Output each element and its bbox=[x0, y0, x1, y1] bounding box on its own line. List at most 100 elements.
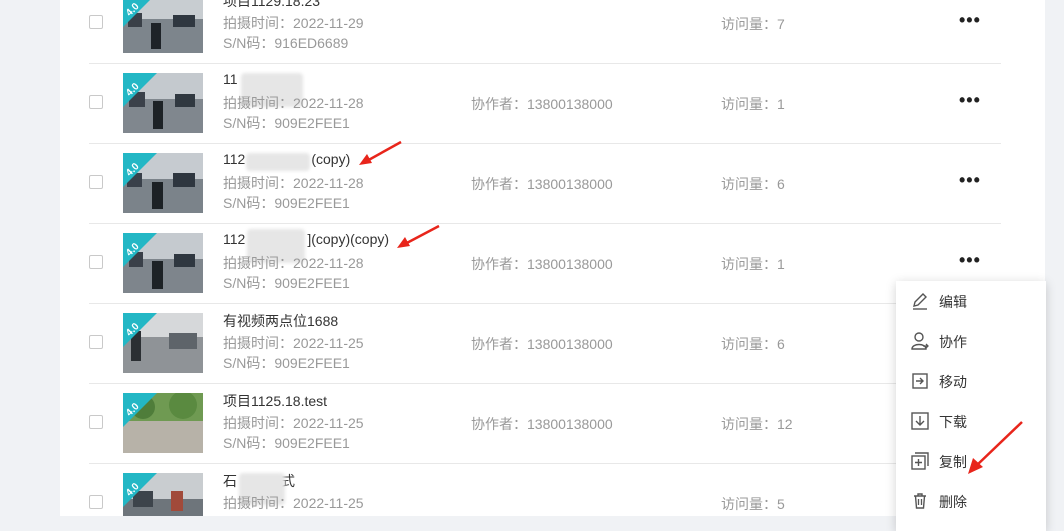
project-title[interactable]: 有视频两点位1688 bbox=[223, 311, 338, 331]
collaborator-label: 协作者： bbox=[471, 336, 527, 352]
shoot-time-label: 拍摄时间： bbox=[223, 175, 293, 191]
collaborator: 协作者：13800138000 bbox=[471, 94, 613, 114]
menu-item-move[interactable]: 移动 bbox=[896, 361, 1046, 401]
shoot-time-value: 2022-11-28 bbox=[293, 255, 364, 271]
menu-item-collaborate[interactable]: 协作 bbox=[896, 321, 1046, 361]
collaborator: 协作者：13800138000 bbox=[471, 254, 613, 274]
sn-label: S/N码： bbox=[223, 355, 275, 371]
visits-label: 访问量： bbox=[721, 176, 777, 192]
table-row[interactable]: 4.0 有视频两点位1688 拍摄时间：2022-11-25 S/N码：909E… bbox=[89, 303, 1001, 384]
menu-item-delete[interactable]: 删除 bbox=[896, 481, 1046, 521]
visit-count: 访问量：7 bbox=[721, 14, 785, 34]
collaborator: 协作者：13800138000 bbox=[471, 414, 613, 434]
project-thumbnail[interactable]: 4.0 bbox=[123, 153, 203, 213]
table-row[interactable]: 4.0 项目1129.18.23 拍摄时间：2022-11-29 S/N码：91… bbox=[89, 0, 1001, 64]
shoot-time-label: 拍摄时间： bbox=[223, 335, 293, 351]
shoot-time: 拍摄时间：2022-11-28 bbox=[223, 253, 364, 273]
visits-label: 访问量： bbox=[721, 96, 777, 112]
collaborator-label: 协作者： bbox=[471, 416, 527, 432]
visits-label: 访问量： bbox=[721, 256, 777, 272]
visit-count: 访问量：5 bbox=[721, 494, 785, 514]
row-checkbox[interactable] bbox=[89, 15, 103, 29]
delete-icon bbox=[910, 491, 930, 511]
shoot-time-value: 2022-11-25 bbox=[293, 415, 364, 431]
row-checkbox[interactable] bbox=[89, 95, 103, 109]
table-row[interactable]: 4.0 112 (copy) 拍摄时间：2022-11-28 S/N码：909E2… bbox=[89, 143, 1001, 224]
visit-count: 访问量：6 bbox=[721, 334, 785, 354]
menu-item-label: 编辑 bbox=[939, 294, 967, 310]
project-thumbnail[interactable]: 4.0 bbox=[123, 473, 203, 516]
more-actions-button[interactable]: ••• bbox=[959, 11, 983, 31]
more-actions-button[interactable]: ••• bbox=[959, 91, 983, 111]
visits-value: 7 bbox=[777, 16, 785, 32]
serial-number: S/N码：909E2FEE1 bbox=[223, 433, 350, 453]
collaborator-value: 13800138000 bbox=[527, 416, 613, 432]
serial-number: S/N码：909E2FEE1 bbox=[223, 353, 350, 373]
project-thumbnail[interactable]: 4.0 bbox=[123, 73, 203, 133]
project-title[interactable]: 项目1129.18.23 bbox=[223, 0, 320, 11]
visits-label: 访问量： bbox=[721, 16, 777, 32]
annotation-arrow bbox=[968, 421, 1023, 474]
project-title-prefix: 112 bbox=[223, 151, 246, 167]
shoot-time-label: 拍摄时间： bbox=[223, 495, 293, 511]
table-row[interactable]: 4.0 11 拍摄时间：2022-11-28 S/N码：909E2FEE1 协作… bbox=[89, 63, 1001, 144]
shoot-time-value: 2022-11-28 bbox=[293, 175, 364, 191]
more-actions-button[interactable]: ••• bbox=[959, 251, 983, 271]
more-actions-button[interactable]: ••• bbox=[959, 171, 983, 191]
menu-item-label: 协作 bbox=[939, 334, 967, 350]
row-checkbox[interactable] bbox=[89, 175, 103, 189]
collaborator: 协作者：13800138000 bbox=[471, 174, 613, 194]
visit-count: 访问量：12 bbox=[721, 414, 793, 434]
download-icon bbox=[910, 411, 930, 431]
project-title-prefix: 石 bbox=[223, 473, 237, 489]
serial-number: S/N码：916ED6689 bbox=[223, 33, 348, 53]
sn-label: S/N码： bbox=[223, 435, 275, 451]
sn-label: S/N码： bbox=[223, 35, 275, 51]
row-checkbox[interactable] bbox=[89, 335, 103, 349]
shoot-time: 拍摄时间：2022-11-28 bbox=[223, 173, 364, 193]
serial-number: S/N码：909E2FEE1 bbox=[223, 193, 350, 213]
menu-item-edit[interactable]: 编辑 bbox=[896, 281, 1046, 321]
sn-value: 909E2FEE1 bbox=[274, 195, 350, 211]
row-checkbox[interactable] bbox=[89, 495, 103, 509]
project-title-prefix: 112 bbox=[223, 231, 246, 247]
project-title-suffix: (copy) bbox=[311, 151, 351, 167]
collaborate-icon bbox=[910, 331, 930, 351]
collaborator-label: 协作者： bbox=[471, 256, 527, 272]
collaborator-value: 13800138000 bbox=[527, 96, 613, 112]
sn-label: S/N码： bbox=[223, 195, 275, 211]
serial-number: S/N码：909E2FEE1 bbox=[223, 273, 350, 293]
shoot-time-label: 拍摄时间： bbox=[223, 415, 293, 431]
project-thumbnail[interactable]: 4.0 bbox=[123, 393, 203, 453]
project-thumbnail[interactable]: 4.0 bbox=[123, 313, 203, 373]
move-icon bbox=[910, 371, 930, 391]
shoot-time: 拍摄时间：2022-11-25 bbox=[223, 493, 364, 513]
annotation-arrow bbox=[397, 224, 440, 248]
collaborator-value: 13800138000 bbox=[527, 176, 613, 192]
row-checkbox[interactable] bbox=[89, 255, 103, 269]
shoot-time-label: 拍摄时间： bbox=[223, 255, 293, 271]
table-row[interactable]: 4.0 项目1125.18.test 拍摄时间：2022-11-25 S/N码：… bbox=[89, 383, 1001, 464]
collaborator-value: 13800138000 bbox=[527, 256, 613, 272]
menu-item-label: 移动 bbox=[939, 374, 967, 390]
redacted-text bbox=[246, 153, 310, 171]
table-row[interactable]: 4.0 112 ](copy)(copy) 拍摄时间：2022-11-28 S/N… bbox=[89, 223, 1001, 304]
project-title[interactable]: 项目1125.18.test bbox=[223, 391, 327, 411]
sn-label: S/N码： bbox=[223, 115, 275, 131]
project-thumbnail[interactable]: 4.0 bbox=[123, 233, 203, 293]
edit-icon bbox=[910, 291, 930, 311]
serial-number: S/N码：909E2FEE1 bbox=[223, 113, 350, 133]
table-row[interactable]: 4.0 石式 拍摄时间：2022-11-25 访问量：5 bbox=[89, 463, 1001, 516]
shoot-time: 拍摄时间：2022-11-28 bbox=[223, 93, 364, 113]
project-title-suffix: ](copy)(copy) bbox=[307, 231, 390, 247]
project-thumbnail[interactable]: 4.0 bbox=[123, 0, 203, 53]
project-title[interactable]: 11 bbox=[223, 71, 238, 87]
collaborator-label: 协作者： bbox=[471, 96, 527, 112]
sn-value: 909E2FEE1 bbox=[274, 435, 350, 451]
sn-value: 916ED6689 bbox=[274, 35, 349, 51]
shoot-time-label: 拍摄时间： bbox=[223, 15, 293, 31]
sn-value: 909E2FEE1 bbox=[274, 275, 350, 291]
shoot-time-value: 2022-11-25 bbox=[293, 495, 364, 511]
visit-count: 访问量：6 bbox=[721, 174, 785, 194]
row-checkbox[interactable] bbox=[89, 415, 103, 429]
